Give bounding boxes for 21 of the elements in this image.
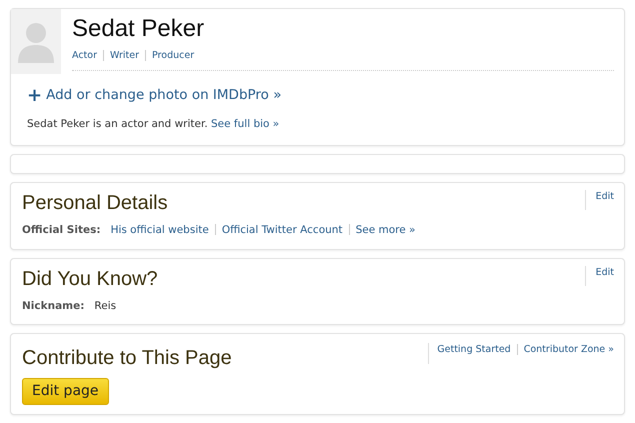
site-link[interactable]: Official Twitter Account	[222, 224, 343, 236]
site-link[interactable]: His official website	[110, 224, 209, 236]
help-link[interactable]: Contributor Zone »	[524, 344, 614, 356]
site-link[interactable]: See more »	[356, 224, 416, 236]
bio-text: Sedat Peker is an actor and writer. See full bio »	[27, 117, 280, 132]
role-link[interactable]: Producer	[152, 50, 194, 61]
edit-link[interactable]: Edit	[584, 266, 614, 286]
person-name: Sedat Peker	[72, 17, 206, 41]
bio-link[interactable]: See full bio »	[211, 118, 280, 130]
section-title: Contribute to This Page	[22, 346, 232, 370]
help-link[interactable]: Getting Started	[437, 344, 511, 356]
role-link[interactable]: Writer	[110, 50, 139, 61]
photo-link[interactable]: + Add or change photo on IMDbPro »	[27, 82, 282, 109]
field-value: Reis	[94, 300, 116, 312]
section-title: Did You Know?	[22, 266, 158, 290]
edit-link[interactable]: Edit	[584, 190, 614, 210]
edit-page-button[interactable]: Edit page	[22, 378, 109, 406]
section-title: Personal Details	[22, 190, 168, 215]
field-label: Official Sites:	[22, 224, 101, 236]
field-label: Nickname:	[22, 300, 84, 312]
role-link[interactable]: Actor	[72, 50, 97, 61]
